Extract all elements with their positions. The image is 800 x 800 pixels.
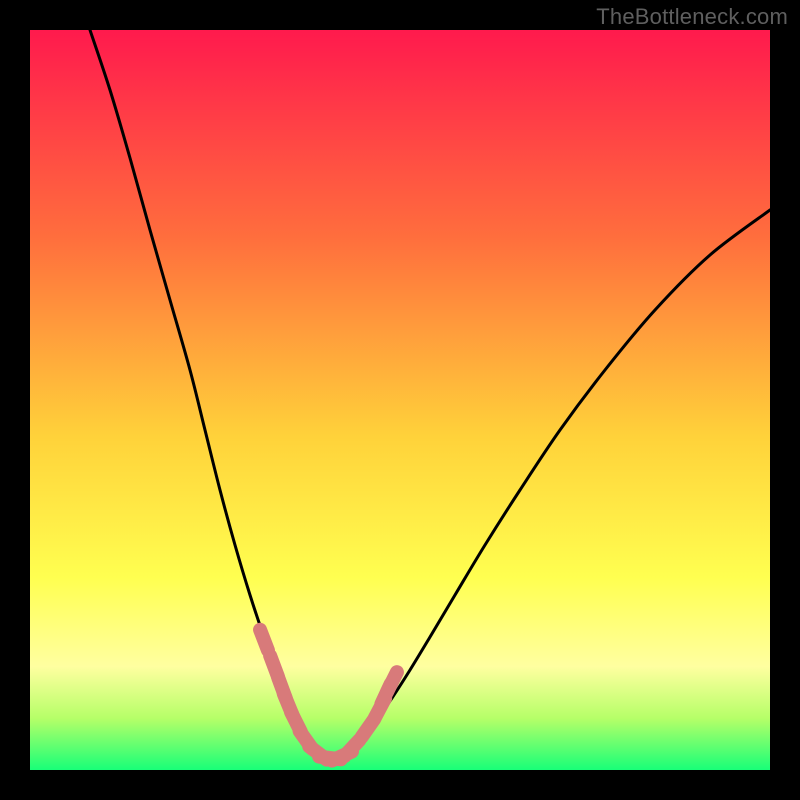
marker-segment: [260, 630, 268, 651]
left-curve: [90, 30, 330, 758]
watermark-text: TheBottleneck.com: [596, 4, 788, 30]
marker-segment: [387, 672, 397, 692]
chart-frame: [30, 30, 770, 770]
chart-markers: [260, 630, 397, 761]
chart-curves: [30, 30, 770, 770]
